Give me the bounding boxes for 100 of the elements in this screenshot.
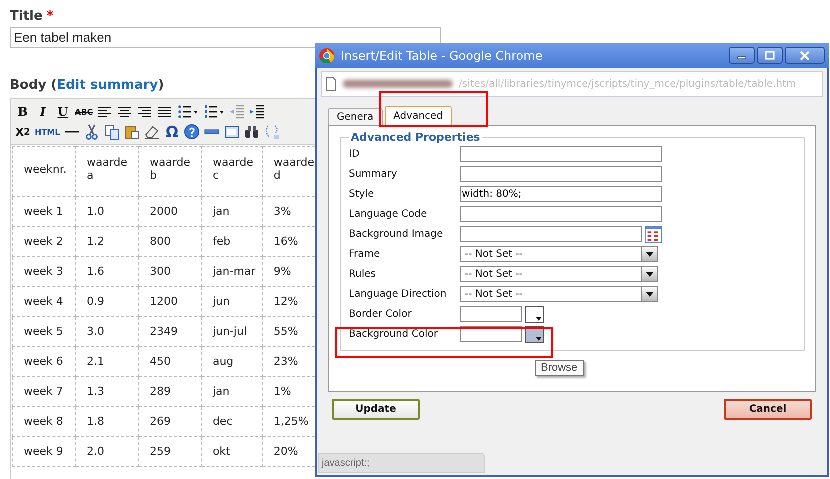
- select-dropdown[interactable]: -- Not Set --: [460, 266, 658, 282]
- color-field[interactable]: [460, 306, 522, 322]
- select-dropdown[interactable]: -- Not Set --: [460, 286, 658, 302]
- table-cell: jun-jul: [201, 316, 262, 346]
- html-button[interactable]: HTML: [35, 124, 60, 140]
- title-field[interactable]: Een tabel maken: [10, 27, 441, 48]
- field-label: Frame: [349, 248, 382, 260]
- caret-icon: [536, 316, 542, 320]
- window-title: Insert/Edit Table - Google Chrome: [341, 48, 544, 62]
- table-cell: jan-mar: [201, 256, 262, 286]
- bold-button[interactable]: B: [15, 104, 31, 120]
- table-cell: week 1: [12, 196, 76, 226]
- required-mark: *: [46, 9, 54, 24]
- indent-icon[interactable]: [249, 104, 266, 120]
- table-cell: 3.0: [75, 316, 138, 346]
- edit-summary-link[interactable]: Edit summary: [57, 78, 158, 93]
- caret-icon: [536, 336, 542, 340]
- table-cell: week 3: [12, 256, 76, 286]
- table-cell: jan: [201, 376, 262, 406]
- maximize-button[interactable]: [757, 47, 783, 64]
- table-cell: 450: [138, 346, 202, 376]
- scissors-icon[interactable]: [84, 124, 100, 140]
- table-cell: 2349: [138, 316, 202, 346]
- title-label: Title: [10, 9, 43, 24]
- numbered-list-icon[interactable]: [203, 104, 226, 120]
- help-icon[interactable]: [184, 124, 200, 140]
- text-field[interactable]: [460, 206, 662, 222]
- field-label: Style: [349, 188, 376, 200]
- tab[interactable]: Advanced: [384, 106, 452, 125]
- copy-icon[interactable]: [104, 124, 120, 140]
- cancel-button[interactable]: Cancel: [724, 399, 812, 420]
- table-cell: week 9: [12, 436, 76, 466]
- table-cell: 1.0: [75, 196, 138, 226]
- eraser-icon[interactable]: [144, 124, 160, 140]
- tab[interactable]: Genera: [328, 108, 383, 125]
- table-cell: okt: [201, 436, 262, 466]
- field-label: Background Image: [349, 228, 444, 240]
- align-icon[interactable]: [97, 104, 114, 120]
- table-cell: jan: [201, 196, 262, 226]
- justify-icon[interactable]: [157, 104, 174, 120]
- caret-icon: [646, 292, 654, 296]
- table-cell: 2.1: [75, 346, 138, 376]
- table-cell: 1200: [138, 286, 202, 316]
- binoculars-icon[interactable]: [244, 124, 260, 140]
- table-cell: feb: [201, 226, 262, 256]
- bullet-list-icon[interactable]: [177, 104, 200, 120]
- table-cell: 2000: [138, 196, 202, 226]
- field-label: Summary: [349, 168, 398, 180]
- field-label: Background Color: [349, 328, 439, 340]
- text-field[interactable]: width: 80%;: [460, 186, 662, 202]
- omega-button[interactable]: Ω: [164, 124, 180, 140]
- table-header-cell: waarde a: [75, 146, 138, 196]
- table-cell: 800: [138, 226, 202, 256]
- url-text: /sites/all/libraries/tinymce/jscripts/tiny_mce/plugins/table/table.htm: [459, 78, 796, 90]
- select-dropdown[interactable]: -- Not Set --: [460, 246, 658, 262]
- table-cell: dec: [201, 406, 262, 436]
- window-icon[interactable]: [224, 124, 240, 140]
- close-icon: [799, 50, 811, 60]
- table-cell: 2.0: [75, 436, 138, 466]
- table-header-cell: waarde c: [201, 146, 262, 196]
- body-label: Body (: [10, 78, 58, 93]
- field-label: Language Code: [349, 208, 428, 220]
- color-picker-button[interactable]: [525, 306, 544, 322]
- table-cell: 1.8: [75, 406, 138, 436]
- field-label: ID: [349, 148, 361, 160]
- text-field[interactable]: [460, 226, 642, 242]
- align-icon[interactable]: [137, 104, 154, 120]
- table-cell: 1.3: [75, 376, 138, 406]
- table-cell: week 4: [12, 286, 76, 316]
- table-cell: 1.6: [75, 256, 138, 286]
- table-header-cell: waarde b: [138, 146, 202, 196]
- close-button[interactable]: [785, 47, 825, 64]
- italic-button[interactable]: I: [35, 104, 51, 120]
- text-field[interactable]: [460, 166, 662, 182]
- align-icon[interactable]: [117, 104, 134, 120]
- table-cell: week 2: [12, 226, 76, 256]
- browser-logo-icon: [319, 48, 335, 64]
- text-field[interactable]: [460, 146, 662, 162]
- table-cell: 269: [138, 406, 202, 436]
- minimize-button[interactable]: [729, 47, 755, 64]
- caret-icon: [646, 252, 654, 256]
- field-label: Rules: [349, 268, 377, 280]
- table-cell: week 7: [12, 376, 76, 406]
- clipboard-icon[interactable]: [124, 124, 140, 140]
- caret-icon: [646, 272, 654, 276]
- underline-button[interactable]: U: [55, 104, 71, 120]
- field-label: Border Color: [349, 308, 413, 320]
- table-cell: aug: [201, 346, 262, 376]
- strike-button[interactable]: ABC: [75, 104, 94, 120]
- table-cell: 1.2: [75, 226, 138, 256]
- tooltip: Browse: [535, 360, 584, 376]
- table-cell: week 8: [12, 406, 76, 436]
- table-header-cell: weeknr.: [12, 146, 76, 196]
- table-cell: week 6: [12, 346, 76, 376]
- table-cell: 289: [138, 376, 202, 406]
- status-bubble: javascript:;: [318, 453, 485, 473]
- browse-icon[interactable]: [645, 226, 662, 242]
- update-button[interactable]: Update: [332, 399, 420, 420]
- field-label: Language Direction: [349, 288, 448, 300]
- table-cell: week 5: [12, 316, 76, 346]
